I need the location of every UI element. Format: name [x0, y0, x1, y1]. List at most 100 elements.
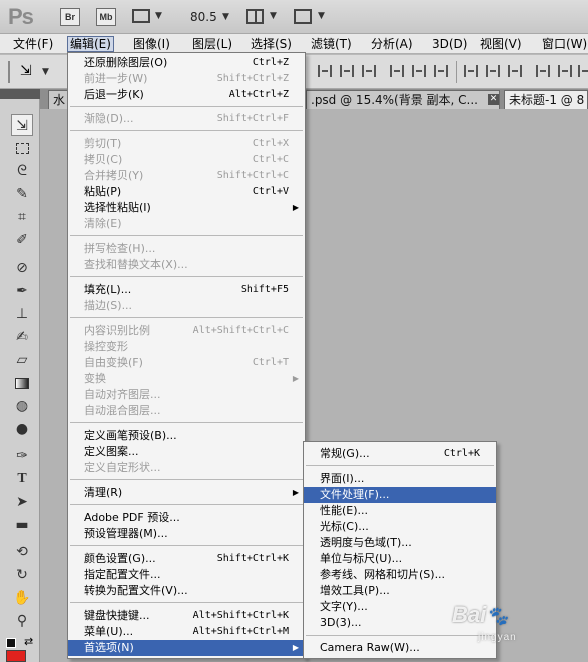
menu-item-keyboard-shortcuts[interactable]: 键盘快捷键... Alt+Shift+Ctrl+K [68, 608, 305, 624]
eyedropper-tool-icon[interactable]: ✐ [11, 229, 33, 251]
view-extras-dropdown-icon[interactable]: ▼ [155, 11, 162, 21]
menu-item-stroke[interactable]: 描边(S)... [68, 298, 305, 314]
screen-mode-icon[interactable] [294, 9, 312, 24]
crop-tool-icon[interactable]: ⌗ [11, 206, 33, 228]
tab-document-3[interactable]: 未标题-1 @ 8 [504, 90, 588, 109]
menu-item-convert-to-profile[interactable]: 转换为配置文件(V)... [68, 583, 305, 599]
menu-layer[interactable]: 图层(L) [190, 36, 234, 52]
menu-item-paste-special[interactable]: 选择性粘贴(I) ▶ [68, 200, 305, 216]
menu-item-define-pattern[interactable]: 定义图案... [68, 444, 305, 460]
type-tool-icon[interactable]: T [11, 468, 33, 490]
gradient-tool-icon[interactable] [11, 372, 33, 394]
blur-tool-icon[interactable]: ◍ [11, 395, 33, 417]
minibridge-button[interactable]: Mb [96, 8, 116, 26]
distribute-hcenter-icon[interactable] [558, 65, 572, 77]
menu-window[interactable]: 窗口(W) [540, 36, 588, 52]
menu-item-cut[interactable]: 剪切(T) Ctrl+X [68, 136, 305, 152]
tools-panel-header[interactable] [0, 89, 40, 99]
zoom-level[interactable]: 80.5 [190, 10, 217, 24]
menu-item-find-replace[interactable]: 查找和替换文本(X)... [68, 257, 305, 273]
menu-item-assign-profile[interactable]: 指定配置文件... [68, 567, 305, 583]
menu-select[interactable]: 选择(S) [249, 36, 294, 52]
marquee-tool-icon[interactable] [11, 137, 33, 159]
menu-item-auto-align-layers[interactable]: 自动对齐图层... [68, 387, 305, 403]
submenu-item-transparency-gamut[interactable]: 透明度与色域(T)... [304, 535, 496, 551]
menu-item-puppet-warp[interactable]: 操控变形 [68, 339, 305, 355]
shape-tool-icon[interactable]: ▬ [11, 514, 33, 536]
menu-item-free-transform[interactable]: 自由变换(F) Ctrl+T [68, 355, 305, 371]
menu-item-define-brush[interactable]: 定义画笔预设(B)... [68, 428, 305, 444]
menu-item-fill[interactable]: 填充(L)... Shift+F5 [68, 282, 305, 298]
submenu-item-units-rulers[interactable]: 单位与标尺(U)... [304, 551, 496, 567]
healing-brush-tool-icon[interactable]: ⊘ [11, 257, 33, 279]
arrange-dropdown-icon[interactable]: ▼ [270, 11, 277, 21]
align-vertical-centers-icon[interactable] [340, 65, 354, 77]
view-extras-icon[interactable] [132, 9, 150, 23]
menu-item-adobe-pdf-presets[interactable]: Adobe PDF 预设... [68, 510, 305, 526]
menu-item-transform[interactable]: 变换 ▶ [68, 371, 305, 387]
menu-item-step-backward[interactable]: 后退一步(K) Alt+Ctrl+Z [68, 87, 305, 103]
menu-item-undo[interactable]: 还原删除图层(O) Ctrl+Z [68, 55, 305, 71]
align-right-edges-icon[interactable] [434, 65, 448, 77]
clone-stamp-tool-icon[interactable]: ⊥ [11, 303, 33, 325]
dodge-tool-icon[interactable]: ● [11, 418, 33, 440]
brush-tool-icon[interactable]: ✒ [11, 280, 33, 302]
menu-item-check-spelling[interactable]: 拼写检查(H)... [68, 241, 305, 257]
foreground-color-swatch[interactable] [6, 650, 26, 662]
move-tool-preset-icon[interactable]: ⇲ [20, 63, 32, 79]
screen-mode-dropdown-icon[interactable]: ▼ [318, 11, 325, 21]
distribute-top-icon[interactable] [464, 65, 478, 77]
submenu-item-plugins[interactable]: 增效工具(P)... [304, 583, 496, 599]
hand-tool-icon[interactable]: ✋ [11, 587, 33, 609]
menu-item-paste[interactable]: 粘贴(P) Ctrl+V [68, 184, 305, 200]
menu-file[interactable]: 文件(F) [11, 36, 55, 52]
align-top-edges-icon[interactable] [318, 65, 332, 77]
menu-item-clear[interactable]: 清除(E) [68, 216, 305, 232]
align-horizontal-centers-icon[interactable] [412, 65, 426, 77]
distribute-left-icon[interactable] [536, 65, 550, 77]
default-colors-icon[interactable] [6, 638, 16, 648]
submenu-item-performance[interactable]: 性能(E)... [304, 503, 496, 519]
submenu-item-file-handling[interactable]: 文件处理(F)... [304, 487, 496, 503]
menu-edit[interactable]: 编辑(E) [67, 36, 114, 52]
move-tool-icon[interactable]: ⇲ [11, 114, 33, 136]
menu-view[interactable]: 视图(V) [478, 36, 524, 52]
tab-close-icon[interactable]: ✕ [488, 94, 499, 105]
menu-item-purge[interactable]: 清理(R) ▶ [68, 485, 305, 501]
tool-preset-dropdown-icon[interactable]: ▼ [42, 67, 49, 77]
menu-image[interactable]: 图像(I) [131, 36, 172, 52]
menu-item-auto-blend-layers[interactable]: 自动混合图层... [68, 403, 305, 419]
menu-item-content-aware-scale[interactable]: 内容识别比例 Alt+Shift+Ctrl+C [68, 323, 305, 339]
distribute-right-icon[interactable] [578, 65, 588, 77]
menu-filter[interactable]: 滤镜(T) [309, 36, 354, 52]
quick-selection-tool-icon[interactable]: ✎ [11, 183, 33, 205]
history-brush-tool-icon[interactable]: ✍ [11, 326, 33, 348]
menu-item-color-settings[interactable]: 颜色设置(G)... Shift+Ctrl+K [68, 551, 305, 567]
menu-item-step-forward[interactable]: 前进一步(W) Shift+Ctrl+Z [68, 71, 305, 87]
submenu-item-general[interactable]: 常规(G)... Ctrl+K [304, 446, 496, 462]
menu-item-copy-merged[interactable]: 合并拷贝(Y) Shift+Ctrl+C [68, 168, 305, 184]
submenu-item-cursors[interactable]: 光标(C)... [304, 519, 496, 535]
zoom-tool-icon[interactable]: ⚲ [11, 610, 33, 632]
bridge-button[interactable]: Br [60, 8, 80, 26]
menu-item-preset-manager[interactable]: 预设管理器(M)... [68, 526, 305, 542]
zoom-dropdown-icon[interactable]: ▼ [222, 12, 229, 22]
submenu-item-guides-grid-slices[interactable]: 参考线、网格和切片(S)... [304, 567, 496, 583]
menu-analysis[interactable]: 分析(A) [369, 36, 415, 52]
submenu-item-interface[interactable]: 界面(I)... [304, 471, 496, 487]
pen-tool-icon[interactable]: ✑ [11, 445, 33, 467]
lasso-tool-icon[interactable]: ᘓ [11, 160, 33, 182]
path-selection-tool-icon[interactable]: ➤ [11, 491, 33, 513]
swap-colors-icon[interactable]: ⇄ [24, 635, 33, 648]
distribute-bottom-icon[interactable] [508, 65, 522, 77]
eraser-tool-icon[interactable]: ▱ [11, 349, 33, 371]
menu-item-fade[interactable]: 渐隐(D)... Shift+Ctrl+F [68, 111, 305, 127]
menu-item-preferences[interactable]: 首选项(N) ▶ [68, 640, 305, 656]
align-bottom-edges-icon[interactable] [362, 65, 376, 77]
tab-document-2[interactable]: .psd @ 15.4%(背景 副本, C... [306, 90, 500, 109]
distribute-vcenter-icon[interactable] [486, 65, 500, 77]
menu-item-define-custom-shape[interactable]: 定义自定形状... [68, 460, 305, 476]
menu-item-menus[interactable]: 菜单(U)... Alt+Shift+Ctrl+M [68, 624, 305, 640]
arrange-documents-icon[interactable] [246, 9, 264, 24]
3d-orbit-tool-icon[interactable]: ↻ [11, 564, 33, 586]
